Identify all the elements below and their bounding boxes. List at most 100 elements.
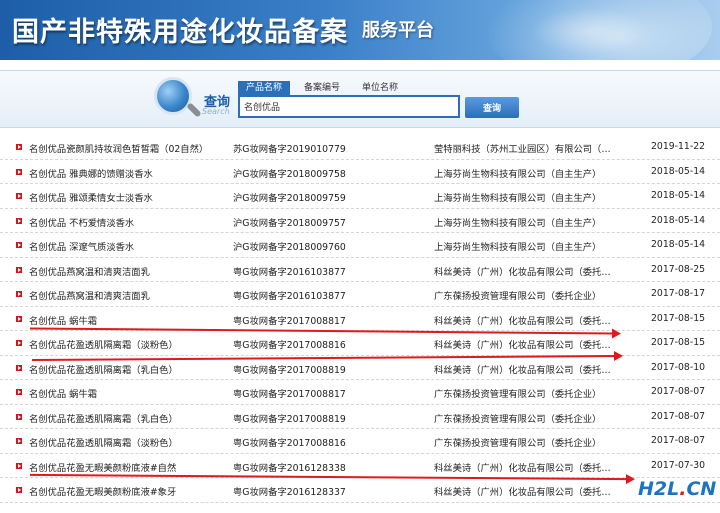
row-bullet-icon (16, 487, 22, 493)
registration-number: 沪G妆网备字2018009757 (233, 217, 346, 229)
watermark-main: H2L (638, 478, 680, 500)
table-row[interactable]: 名创优品 雅典娜的馈赠淡香水 沪G妆网备字2018009758 上海芬尚生物科技有限… (0, 160, 720, 184)
product-name-link[interactable]: 名创优品花盈透肌隔离霜（乳白色） (29, 411, 178, 425)
product-name-link[interactable]: 名创优品 雅典娜的馈赠淡香水 (29, 166, 153, 180)
product-name-link[interactable]: 名创优品 不朽爱情淡香水 (29, 215, 134, 229)
product-name-link[interactable]: 名创优品花盈透肌隔离霜（乳白色） (29, 362, 178, 376)
magnifier-icon (152, 75, 202, 125)
product-name-link[interactable]: 名创优品 蜗牛霜 (29, 386, 97, 400)
filing-date: 2017-07-30 (651, 459, 706, 471)
registration-number: 粤G妆网备字2016103877 (233, 291, 346, 302)
search-button[interactable]: 查询 (465, 97, 519, 118)
table-row[interactable]: 名创优品花盈透肌隔离霜（淡粉色） 粤G妆网备字2017008816 广东葆扬投资管理… (0, 429, 720, 454)
company-name: 科丝美诗（广州）化妆品有限公司（委托… (434, 340, 611, 351)
company-name: 上海芬尚生物科技有限公司（自主生产） (434, 217, 602, 229)
table-row[interactable]: 名创优品燕窝温和清爽洁面乳 粤G妆网备字2016103877 科丝美诗（广州）化妆品… (0, 258, 720, 282)
row-bullet-icon (16, 389, 22, 395)
product-name-link[interactable]: 名创优品瓷颜肌持妆润色皙皙霜（02自然） (29, 141, 208, 155)
registration-number: 沪G妆网备字2018009759 (233, 193, 346, 204)
row-bullet-icon (16, 242, 22, 248)
tab-product-name[interactable]: 产品名称 (238, 81, 291, 95)
row-bullet-icon (16, 413, 22, 420)
magnifier-handle (186, 102, 202, 118)
results-list: 名创优品瓷颜肌持妆润色皙皙霜（02自然） 苏G妆网备字2019010779 莹特丽科… (0, 135, 720, 503)
company-name: 上海芬尚生物科技有限公司（自主生产） (434, 168, 602, 180)
filing-date: 2018-05-14 (651, 190, 706, 201)
product-name-link[interactable]: 名创优品燕窝温和清爽洁面乳 (29, 264, 150, 278)
registration-number: 粤G妆网备字2017008819 (233, 413, 346, 425)
row-bullet-icon (16, 266, 22, 273)
row-bullet-icon (16, 193, 22, 199)
search-input[interactable] (238, 95, 460, 118)
globe-glow (530, 8, 650, 54)
site-subtitle: 服务平台 (362, 20, 434, 41)
product-name-link[interactable]: 名创优品 蜗牛霜 (29, 313, 97, 327)
search-area: 查询 Search 产品名称 备案编号 单位名称 查询 (0, 70, 720, 128)
row-bullet-icon (16, 462, 22, 469)
filing-date: 2017-08-07 (651, 386, 706, 397)
company-name: 科丝美诗（广州）化妆品有限公司（委托… (434, 487, 611, 498)
filing-date: 2018-05-14 (651, 214, 706, 226)
table-row[interactable]: 名创优品 蜗牛霜 粤G妆网备字2017008817 广东葆扬投资管理有限公司（委托企… (0, 380, 720, 405)
product-name-link[interactable]: 名创优品 深邃气质淡香水 (29, 239, 134, 253)
watermark-tld: CN (686, 478, 717, 500)
registration-number: 粤G妆网备字2017008817 (233, 315, 346, 327)
magnifier-lens (154, 77, 192, 115)
row-bullet-icon (16, 315, 22, 322)
table-row[interactable]: 名创优品花盈无暇美颜粉底液#象牙 粤G妆网备字2016128337 科丝美诗（广州）… (0, 478, 720, 503)
company-name: 科丝美诗（广州）化妆品有限公司（委托… (434, 315, 611, 327)
product-name-link[interactable]: 名创优品花盈透肌隔离霜（淡粉色） (29, 435, 178, 449)
company-name: 科丝美诗（广州）化妆品有限公司（委托… (434, 364, 611, 376)
company-name: 广东葆扬投资管理有限公司（委托企业） (434, 413, 602, 425)
product-name-link[interactable]: 名创优品花盈无暇美颜粉底液#自然 (29, 460, 176, 474)
filing-date: 2017-08-25 (651, 263, 706, 275)
row-bullet-icon (16, 168, 22, 175)
product-name-link[interactable]: 名创优品花盈透肌隔离霜（淡粉色） (29, 337, 178, 351)
company-name: 科丝美诗（广州）化妆品有限公司（委托… (434, 462, 611, 474)
tab-company-name[interactable]: 单位名称 (354, 81, 406, 95)
filing-date: 2019-11-22 (651, 141, 706, 152)
search-label-en: Search (202, 107, 230, 116)
row-bullet-icon (16, 438, 22, 444)
registration-number: 粤G妆网备字2016103877 (233, 266, 346, 278)
registration-number: 粤G妆网备字2017008816 (233, 438, 346, 449)
row-bullet-icon (16, 144, 22, 150)
company-name: 莹特丽科技（苏州工业园区）有限公司（… (434, 144, 611, 155)
table-row[interactable]: 名创优品燕窝温和清爽洁面乳 粤G妆网备字2016103877 广东葆扬投资管理有限公… (0, 282, 720, 307)
filing-date: 2018-05-14 (651, 165, 706, 177)
row-bullet-icon (16, 364, 22, 371)
table-row[interactable]: 名创优品花盈透肌隔离霜（乳白色） 粤G妆网备字2017008819 广东葆扬投资管理… (0, 405, 720, 429)
registration-number: 苏G妆网备字2019010779 (233, 144, 346, 155)
filing-date: 2017-08-17 (651, 288, 706, 299)
filing-date: 2018-05-14 (651, 239, 706, 250)
registration-number: 粤G妆网备字2016128337 (233, 487, 346, 498)
filing-date: 2017-08-10 (651, 361, 706, 373)
row-bullet-icon (16, 340, 22, 346)
company-name: 上海芬尚生物科技有限公司（自主生产） (434, 193, 602, 204)
product-name-link[interactable]: 名创优品花盈无暇美颜粉底液#象牙 (29, 484, 176, 498)
product-name-link[interactable]: 名创优品 雅颂柔情女士淡香水 (29, 190, 153, 204)
filing-date: 2017-08-15 (651, 337, 706, 348)
filing-date: 2017-08-15 (651, 312, 706, 324)
company-name: 科丝美诗（广州）化妆品有限公司（委托… (434, 266, 611, 278)
company-name: 上海芬尚生物科技有限公司（自主生产） (434, 242, 602, 253)
site-title: 国产非特殊用途化妆品备案 (12, 17, 348, 48)
table-row[interactable]: 名创优品 深邃气质淡香水 沪G妆网备字2018009760 上海芬尚生物科技有限公司… (0, 233, 720, 258)
registration-number: 粤G妆网备字2017008816 (233, 340, 346, 351)
header-banner: 国产非特殊用途化妆品备案 服务平台 (0, 0, 720, 60)
registration-number: 沪G妆网备字2018009760 (233, 242, 346, 253)
company-name: 广东葆扬投资管理有限公司（委托企业） (434, 438, 602, 449)
row-bullet-icon (16, 217, 22, 224)
row-bullet-icon (16, 291, 22, 297)
company-name: 广东葆扬投资管理有限公司（委托企业） (434, 291, 602, 302)
table-row[interactable]: 名创优品 雅颂柔情女士淡香水 沪G妆网备字2018009759 上海芬尚生物科技有限… (0, 184, 720, 209)
registration-number: 粤G妆网备字2016128338 (233, 462, 346, 474)
tab-registration-number[interactable]: 备案编号 (296, 81, 348, 95)
table-row[interactable]: 名创优品瓷颜肌持妆润色皙皙霜（02自然） 苏G妆网备字2019010779 莹特丽科… (0, 135, 720, 160)
watermark: H2L.CN (638, 478, 716, 500)
registration-number: 粤G妆网备字2017008819 (233, 364, 346, 376)
registration-number: 粤G妆网备字2017008817 (233, 389, 346, 400)
registration-number: 沪G妆网备字2018009758 (233, 168, 346, 180)
table-row[interactable]: 名创优品 不朽爱情淡香水 沪G妆网备字2018009757 上海芬尚生物科技有限公司… (0, 209, 720, 233)
product-name-link[interactable]: 名创优品燕窝温和清爽洁面乳 (29, 288, 150, 302)
